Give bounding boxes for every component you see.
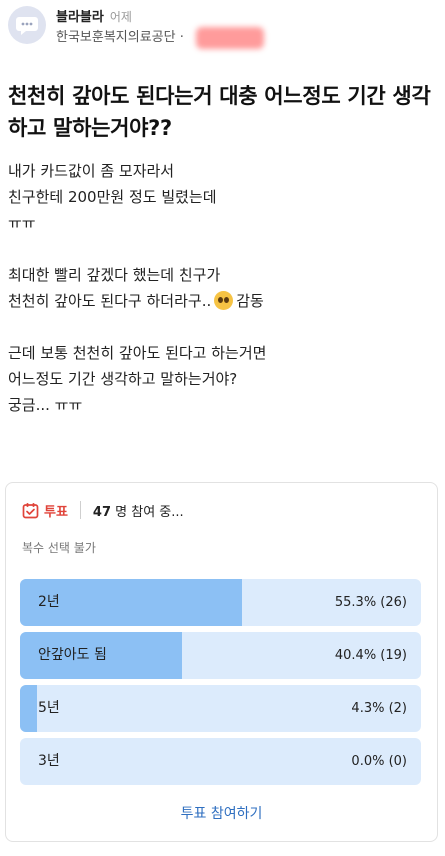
divider — [79, 501, 81, 519]
poll-option[interactable]: 안갚아도 됨 40.4% (19) — [20, 632, 421, 679]
body-line: 근데 보통 천천히 갚아도 된다고 하는거면 — [8, 344, 267, 362]
option-result: 0.0% (0) — [351, 754, 407, 769]
author-name[interactable]: 블라블라 — [56, 10, 104, 25]
poll-tag: 투표 — [44, 504, 68, 520]
option-label: 안갚아도 됨 — [38, 647, 107, 663]
participant-count: 47 — [92, 504, 112, 520]
option-result: 40.4% (19) — [334, 648, 407, 663]
participant-text: 명 참여 중... — [115, 504, 184, 520]
body-line: 어느정도 기간 생각하고 말하는거야? — [8, 370, 238, 388]
poll-rule: 복수 선택 불가 — [22, 541, 96, 555]
poll-participants: 47 명 참여 중... — [93, 501, 184, 520]
post-header: 블라블라 어제 한국보훈복지의료공단 · — [0, 0, 445, 60]
vote-button[interactable]: 투표 참여하기 — [6, 803, 437, 823]
poll-header: 투표 47 명 참여 중... — [22, 499, 184, 521]
body-line: 궁금... ㅠㅠ — [8, 396, 83, 414]
body-line: 내가 카드값이 좀 모자라서 — [8, 162, 175, 180]
option-label: 5년 — [38, 700, 60, 716]
post-title: 천천히 갚아도 된다는거 대충 어느정도 기간 생각하고 말하는거야?? — [8, 84, 431, 140]
redacted-badge — [196, 27, 264, 49]
poll-card: 투표 47 명 참여 중... 복수 선택 불가 2년 55.3% (26) 안… — [5, 482, 438, 842]
avatar[interactable] — [8, 6, 46, 44]
author-company: 한국보훈복지의료공단 · — [56, 30, 184, 45]
option-result: 55.3% (26) — [334, 595, 407, 610]
body-line: 천천히 갚아도 된다구 하더라구.. 감동 — [8, 288, 438, 314]
pleading-face-emoji — [214, 291, 234, 310]
option-bar-fill — [20, 685, 38, 732]
body-line: 최대한 빨리 갚겠다 했는데 친구가 — [8, 266, 221, 284]
option-label: 3년 — [38, 753, 60, 769]
post-time: 어제 — [109, 10, 132, 24]
option-result: 4.3% (2) — [351, 701, 407, 716]
post-body: 내가 카드값이 좀 모자라서 친구한테 200만원 정도 빌렸는데 ㅠㅠ 최대한… — [8, 158, 438, 418]
poll-option[interactable]: 2년 55.3% (26) — [20, 579, 421, 626]
author-line: 블라블라 어제 — [56, 6, 132, 25]
poll-option[interactable]: 3년 0.0% (0) — [20, 738, 421, 785]
poll-option[interactable]: 5년 4.3% (2) — [20, 685, 421, 732]
body-text-segment: 천천히 갚아도 된다구 하더라구.. — [8, 292, 212, 310]
body-line: ㅠㅠ — [8, 214, 36, 232]
option-label: 2년 — [38, 594, 60, 610]
body-text-segment: 감동 — [236, 292, 264, 310]
body-line: 친구한테 200만원 정도 빌렸는데 — [8, 188, 217, 206]
chat-bubble-icon — [16, 17, 38, 35]
ballot-box-icon — [22, 502, 39, 518]
